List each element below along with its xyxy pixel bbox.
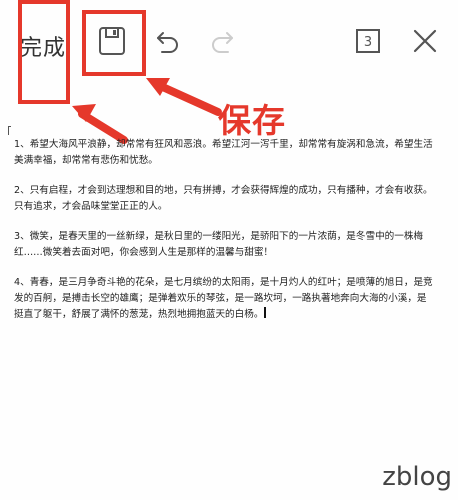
paragraph-2[interactable]: 2、只有启程，才会到达理想和目的地，只有拼搏，才会获得辉煌的成功，只有播种，才会… bbox=[14, 183, 434, 215]
arrow-to-done bbox=[72, 104, 128, 144]
paragraph-4-text: 4、青春，是三月争奇斗艳的花朵，是七月缤纷的太阳雨，是十月灼人的红叶；是喷薄的旭… bbox=[14, 277, 433, 320]
editor-screen: 完成 3 保存 1、希望大海风平浪静，却常常有狂风和恶浪。希望江河一泻千里，却常… bbox=[0, 0, 458, 500]
paragraph-3[interactable]: 3、微笑，是春天里的一丝新绿，是秋日里的一缕阳光，是骄阳下的一片浓荫，是冬雪中的… bbox=[14, 229, 434, 261]
paragraph-1[interactable]: 1、希望大海风平浪静，却常常有狂风和恶浪。希望江河一泻千里，却常常有旋涡和急流，… bbox=[14, 137, 434, 169]
save-annotation-label: 保存 bbox=[218, 101, 286, 140]
arrow-to-save bbox=[146, 78, 222, 116]
paragraph-4[interactable]: 4、青春，是三月争奇斗艳的花朵，是七月缤纷的太阳雨，是十月灼人的红叶；是喷薄的旭… bbox=[14, 275, 434, 323]
watermark-text: zblog bbox=[382, 462, 452, 492]
text-caret bbox=[264, 307, 267, 318]
page-corner-mark bbox=[8, 126, 11, 135]
document-body[interactable]: 1、希望大海风平浪静，却常常有狂风和恶浪。希望江河一泻千里，却常常有旋涡和急流，… bbox=[14, 137, 434, 337]
